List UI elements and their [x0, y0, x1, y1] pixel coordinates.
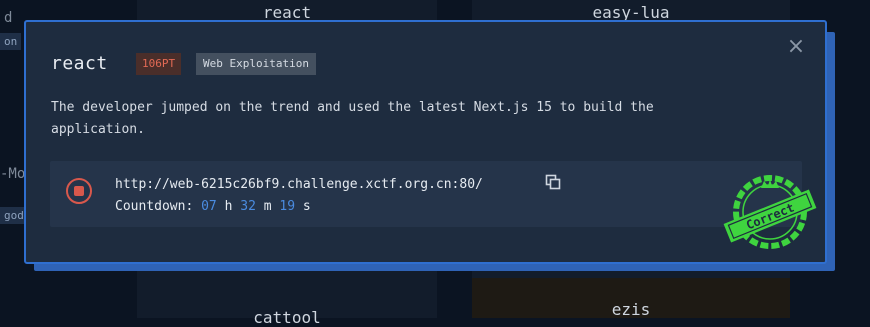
bg-card-ezis[interactable]: ezis — [472, 278, 790, 319]
countdown-hours-unit: h — [224, 199, 233, 214]
close-icon[interactable]: × — [785, 36, 807, 58]
countdown-minutes-unit: m — [263, 199, 272, 214]
copy-icon[interactable] — [545, 174, 561, 190]
countdown: Countdown: 07 h 32 m 19 s — [115, 199, 311, 214]
category-badge: Web Exploitation — [196, 53, 316, 75]
challenge-title: react — [51, 53, 108, 74]
countdown-minutes: 32 — [240, 199, 256, 214]
bg-card-title: ezis — [611, 300, 651, 319]
challenge-modal: react 106PT Web Exploitation × The devel… — [24, 20, 827, 264]
countdown-hours: 07 — [201, 199, 217, 214]
countdown-seconds-unit: s — [302, 199, 311, 214]
correct-stamp: Correct — [723, 175, 817, 249]
countdown-seconds: 19 — [279, 199, 296, 214]
points-badge: 106PT — [136, 53, 182, 75]
bg-left-chip: on — [0, 33, 22, 50]
challenge-description: The developer jumped on the trend and us… — [51, 100, 654, 137]
stop-instance-button[interactable] — [66, 178, 92, 204]
bg-left-text: d — [4, 10, 13, 26]
countdown-label: Countdown: — [115, 199, 194, 214]
instance-panel: http://web-6215c26bf9.challenge.xctf.org… — [50, 161, 802, 227]
bg-card-cattool[interactable]: cattool — [137, 278, 437, 327]
instance-url[interactable]: http://web-6215c26bf9.challenge.xctf.org… — [115, 177, 483, 192]
bg-left-text: -Mo — [0, 166, 26, 182]
